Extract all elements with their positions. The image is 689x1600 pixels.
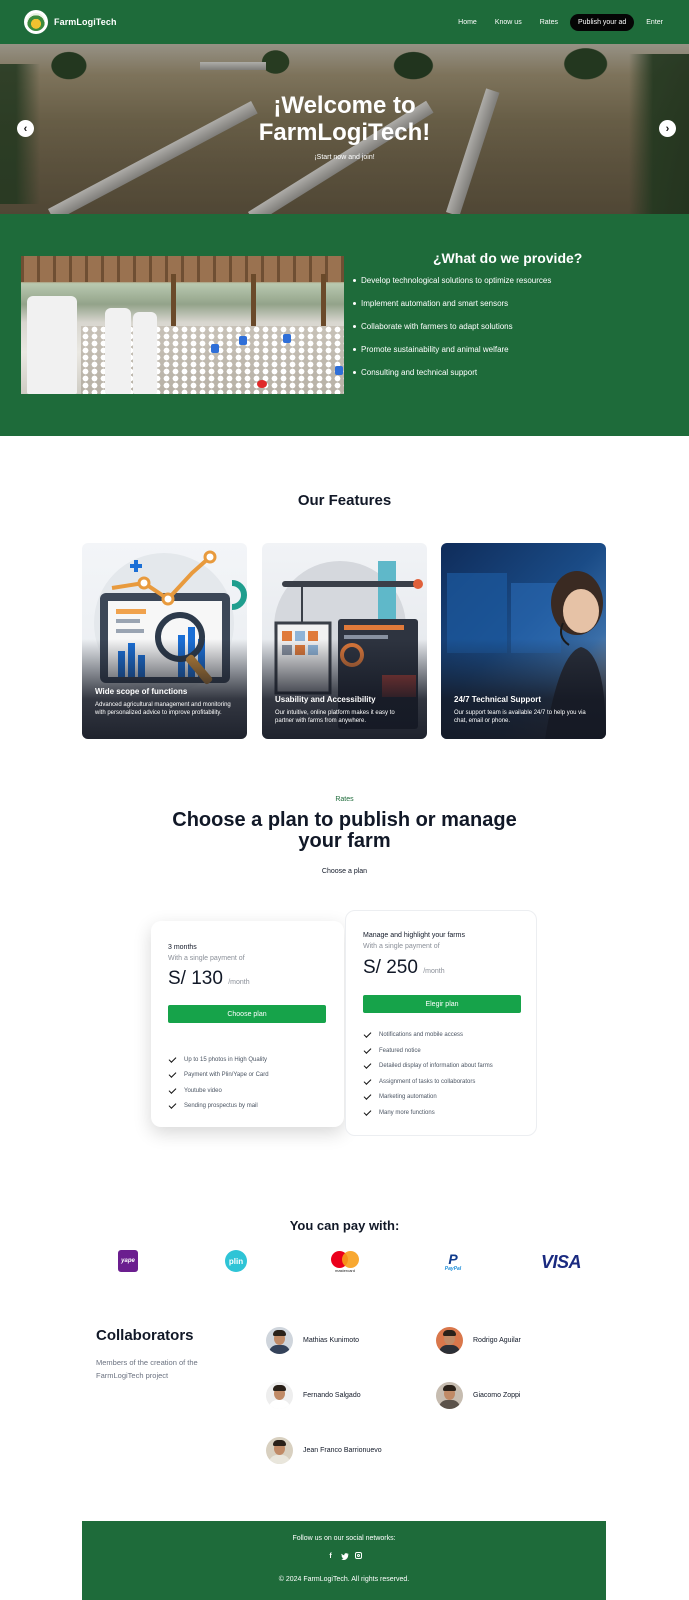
list-item: Collaborate with farmers to adapt soluti… (353, 322, 551, 345)
check-icon (168, 1086, 177, 1094)
visa-logo-icon: VISA (540, 1251, 582, 1272)
feature-desc: Advanced agricultural management and mon… (95, 702, 231, 716)
collaborator: Rodrigo Aguilar (436, 1327, 521, 1354)
provide-title: ¿What do we provide? (433, 250, 583, 266)
choose-plan-button[interactable]: Choose plan (168, 1005, 326, 1023)
list-item: Develop technological solutions to optim… (353, 276, 551, 299)
plan-price: S/ 130 /month (168, 968, 250, 989)
nav-links: Home Know us Rates Publish your ad Enter (452, 13, 669, 31)
collaborators-title: Collaborators (96, 1327, 194, 1344)
payment-title: You can pay with: (289, 1218, 400, 1233)
plan-card-manage: Manage and highlight your farms With a s… (345, 910, 537, 1136)
feature-card[interactable]: Usability and Accessibility Our intuitiv… (262, 543, 427, 739)
facebook-icon[interactable]: f (327, 1552, 335, 1560)
list-item: Many more functions (363, 1108, 435, 1116)
hero-subtitle: ¡Start now and join! (314, 154, 375, 161)
feature-card[interactable]: 24/7 Technical Support Our support team … (441, 543, 606, 739)
nav-know-us[interactable]: Know us (489, 14, 528, 31)
footer: Follow us on our social networks: f © 20… (82, 1521, 606, 1600)
plan-price: S/ 250 /month (363, 957, 445, 978)
check-icon (168, 1101, 177, 1109)
yape-logo-icon: yape (118, 1250, 138, 1272)
collaborator: Giacomo Zoppi (436, 1382, 520, 1409)
check-icon (363, 1061, 372, 1069)
twitter-icon[interactable] (340, 1552, 349, 1560)
list-item: Implement automation and smart sensors (353, 299, 551, 322)
plan-card-3-months: 3 months With a single payment of S/ 130… (151, 921, 344, 1127)
provide-section: ¿What do we provide? Develop technologic… (0, 214, 689, 436)
collaborator: Jean Franco Barrionuevo (266, 1437, 382, 1464)
hero-title: ¡Welcome to FarmLogiTech! (258, 92, 431, 146)
collaborator-name: Rodrigo Aguilar (473, 1337, 521, 1344)
hero-carousel: ¡Welcome to FarmLogiTech! ¡Start now and… (0, 44, 689, 214)
collaborator-name: Giacomo Zoppi (473, 1392, 521, 1399)
instagram-icon[interactable] (354, 1552, 362, 1559)
check-icon (363, 1077, 372, 1085)
list-item: Sending prospectus by mail (168, 1101, 258, 1109)
features-title: Our Features (297, 492, 392, 509)
brand-name: FarmLogiTech (54, 17, 117, 27)
list-item: Marketing automation (363, 1092, 437, 1100)
social-icons: f (82, 1552, 606, 1560)
list-item: Detailed display of information about fa… (363, 1061, 493, 1069)
avatar (266, 1382, 293, 1409)
check-icon (363, 1030, 372, 1038)
rates-subtitle: Choose a plan (321, 868, 368, 875)
plan-note: With a single payment of (363, 943, 440, 950)
collaborators-description: Members of the creation of the FarmLogiT… (96, 1358, 198, 1380)
paypal-logo-icon: P PayPal (444, 1250, 462, 1272)
avatar (436, 1382, 463, 1409)
collaborator: Fernando Salgado (266, 1382, 361, 1409)
list-item: Promote sustainability and animal welfar… (353, 345, 551, 368)
plan-period: /month (423, 968, 445, 975)
footer-copyright: © 2024 FarmLogiTech. All rights reserved… (278, 1576, 410, 1583)
list-item: Payment with Plin/Yape or Card (168, 1070, 269, 1078)
collaborator-name: Fernando Salgado (303, 1392, 361, 1399)
feature-title: Wide scope of functions (95, 687, 188, 696)
check-icon (363, 1092, 372, 1100)
plan-name: 3 months (168, 944, 197, 951)
avatar (436, 1327, 463, 1354)
publish-ad-button[interactable]: Publish your ad (570, 13, 635, 31)
feature-card[interactable]: Wide scope of functions Advanced agricul… (82, 543, 247, 739)
rates-title: Choose a plan to publish or manage your … (172, 809, 517, 852)
farm-logo-icon (24, 10, 48, 34)
feature-title: Usability and Accessibility (275, 695, 376, 704)
list-item: Assignment of tasks to collaborators (363, 1077, 475, 1085)
rates-tag: Rates (335, 796, 354, 803)
check-icon (363, 1046, 372, 1054)
plan-name: Manage and highlight your farms (363, 932, 465, 939)
brand[interactable]: FarmLogiTech (24, 10, 117, 34)
nav-enter[interactable]: Enter (640, 14, 669, 31)
plin-logo-icon: plin (225, 1250, 247, 1272)
list-item: Up to 15 photos in High Quality (168, 1055, 267, 1063)
feature-title: 24/7 Technical Support (454, 695, 541, 704)
check-icon (168, 1055, 177, 1063)
carousel-prev-button[interactable]: ‹ (17, 120, 34, 137)
nav-home[interactable]: Home (452, 14, 483, 31)
mastercard-logo-icon: mastercard (330, 1250, 360, 1274)
plan-note: With a single payment of (168, 955, 245, 962)
collaborator-name: Jean Franco Barrionuevo (303, 1447, 382, 1454)
feature-desc: Our intuitive, online platform makes it … (275, 710, 395, 724)
elegir-plan-button[interactable]: Elegir plan (363, 995, 521, 1013)
list-item: Consulting and technical support (353, 368, 551, 391)
avatar (266, 1327, 293, 1354)
check-icon (363, 1108, 372, 1116)
poultry-farm-image (21, 256, 344, 394)
nav-rates[interactable]: Rates (534, 14, 564, 31)
carousel-next-button[interactable]: › (659, 120, 676, 137)
list-item: Notifications and mobile access (363, 1030, 463, 1038)
check-icon (168, 1070, 177, 1078)
avatar (266, 1437, 293, 1464)
provide-list: Develop technological solutions to optim… (353, 276, 551, 391)
plan-period: /month (228, 979, 250, 986)
collaborator-name: Mathias Kunimoto (303, 1337, 360, 1344)
feature-desc: Our support team is available 24/7 to he… (454, 710, 586, 724)
list-item: Featured notice (363, 1046, 421, 1054)
navbar: FarmLogiTech Home Know us Rates Publish … (0, 0, 689, 44)
list-item: Youtube video (168, 1086, 222, 1094)
collaborator: Mathias Kunimoto (266, 1327, 359, 1354)
footer-follow-text: Follow us on our social networks: (292, 1535, 396, 1542)
